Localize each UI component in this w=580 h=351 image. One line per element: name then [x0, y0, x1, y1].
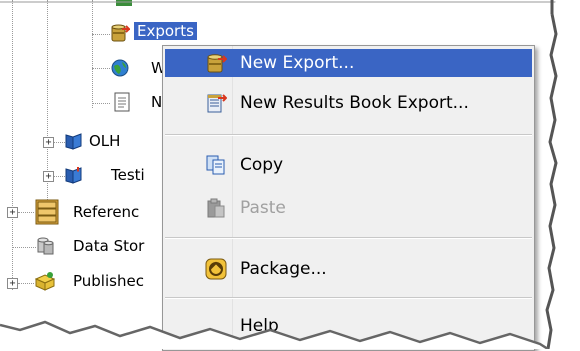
torn-edge-frame — [0, 0, 580, 349]
